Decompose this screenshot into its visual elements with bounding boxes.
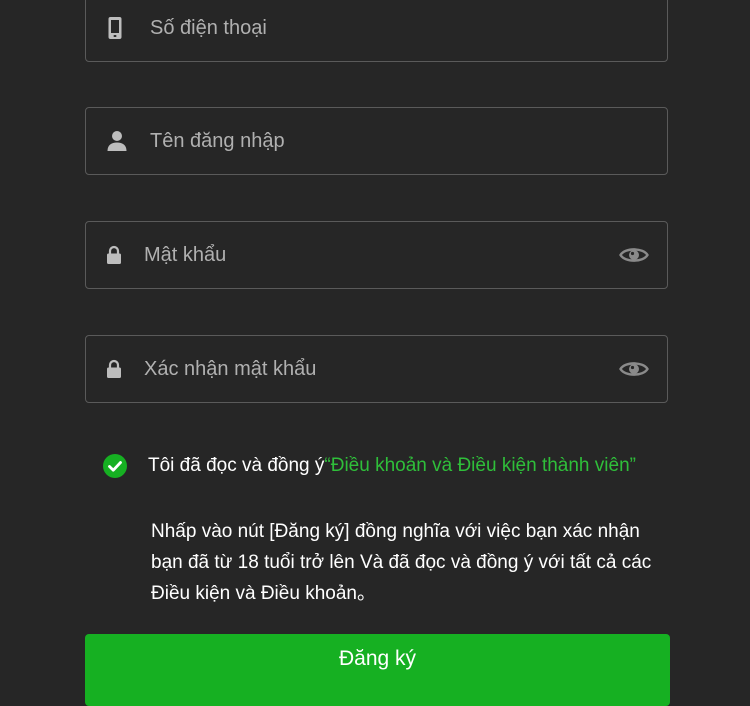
register-button[interactable]: Đăng ký — [85, 634, 670, 706]
terms-link[interactable]: “Điều khoản và Điều kiện thành viên” — [324, 455, 636, 477]
password-input[interactable] — [144, 222, 604, 288]
check-circle-icon[interactable] — [103, 454, 127, 478]
register-form: Tôi đã đọc và đồng ý“Điều khoản và Điều … — [85, 0, 670, 706]
lock-icon — [106, 359, 122, 379]
eye-icon[interactable] — [619, 245, 649, 265]
phone-icon — [108, 17, 122, 40]
username-field[interactable] — [85, 107, 668, 175]
age-notice: Nhấp vào nút [Đăng ký] đồng nghĩa với vi… — [151, 521, 652, 604]
user-icon — [107, 131, 127, 152]
password-field[interactable] — [85, 221, 668, 289]
phone-field[interactable] — [85, 0, 668, 62]
confirm-password-input[interactable] — [144, 336, 604, 402]
phone-input[interactable] — [150, 0, 650, 61]
agreement-text: Tôi đã đọc và đồng ý — [148, 455, 325, 476]
lock-icon — [106, 245, 122, 265]
terms-agreement: Tôi đã đọc và đồng ý “Điều khoản và Điều … — [103, 454, 636, 478]
username-input[interactable] — [150, 108, 650, 174]
confirm-password-field[interactable] — [85, 335, 668, 403]
eye-icon[interactable] — [619, 359, 649, 379]
